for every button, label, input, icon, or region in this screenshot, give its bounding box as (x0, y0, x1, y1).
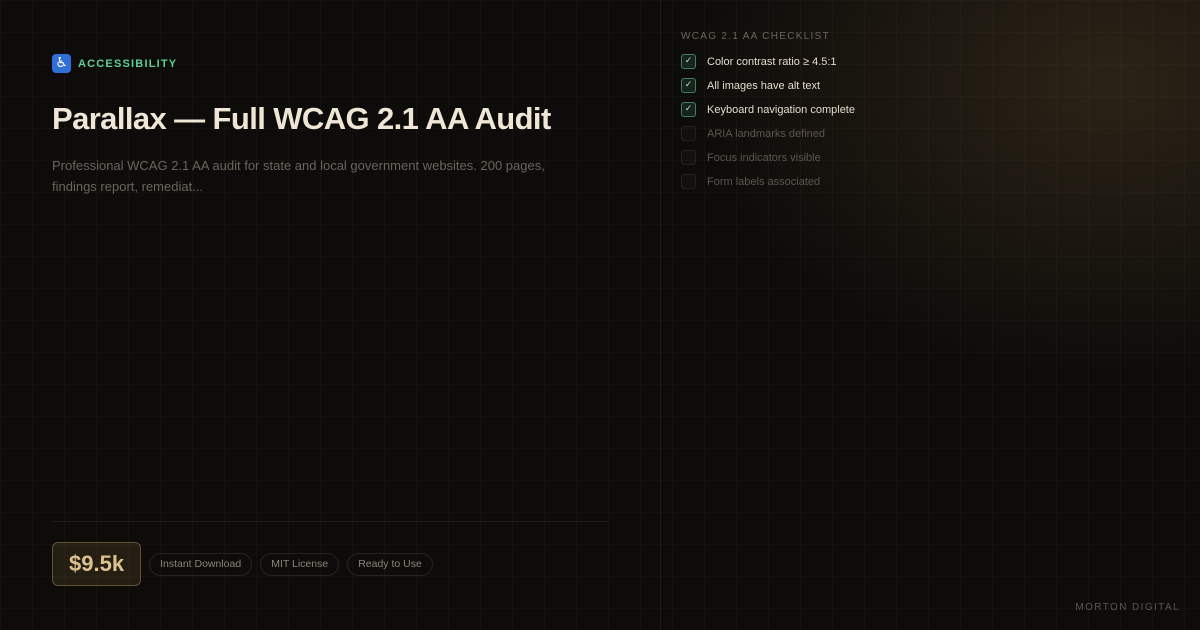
brand-name: MORTON DIGITAL (1075, 602, 1180, 613)
category-badge: ♿ ACCESSIBILITY (52, 54, 177, 73)
tag-mit-license: MIT License (260, 552, 340, 576)
checkbox-unchecked-icon (681, 150, 696, 165)
checkbox-checked-icon: ✓ (681, 54, 696, 69)
checklist-item-aria-landmarks: ARIA landmarks defined (681, 126, 825, 141)
checkbox-unchecked-icon (681, 174, 696, 189)
checkbox-checked-icon: ✓ (681, 102, 696, 117)
checklist-item-label: Form labels associated (707, 175, 821, 188)
checklist-item-label: ARIA landmarks defined (707, 127, 826, 140)
tag-instant-download: Instant Download (149, 552, 253, 576)
pricing-row: $9.5k Instant Download MIT License Ready… (52, 542, 433, 586)
checklist-item-alt-text: ✓ All images have alt text (681, 78, 820, 93)
panel-divider (660, 0, 661, 630)
product-panel: ♿ ACCESSIBILITY Parallax — Full WCAG 2.1… (52, 0, 608, 630)
checklist-item-keyboard-navigation: ✓ Keyboard navigation complete (681, 102, 855, 117)
checklist-title: WCAG 2.1 AA CHECKLIST (681, 31, 831, 42)
checklist-item-label: All images have alt text (707, 79, 821, 92)
checkbox-unchecked-icon (681, 126, 696, 141)
checklist-item-focus-indicators: Focus indicators visible (681, 150, 821, 165)
wheelchair-icon: ♿ (52, 54, 71, 73)
footer-divider (52, 521, 608, 522)
checklist-item-color-contrast: ✓ Color contrast ratio ≥ 4.5:1 (681, 54, 837, 69)
checklist-item-form-labels: Form labels associated (681, 174, 820, 189)
checklist-item-label: Color contrast ratio ≥ 4.5:1 (707, 55, 837, 68)
checkbox-checked-icon: ✓ (681, 78, 696, 93)
product-description: Professional WCAG 2.1 AA audit for state… (52, 158, 545, 194)
category-label: ACCESSIBILITY (78, 57, 178, 70)
checklist-item-label: Keyboard navigation complete (707, 103, 855, 116)
product-title: Parallax — Full WCAG 2.1 AA Audit (52, 101, 551, 136)
price-badge: $9.5k (52, 542, 142, 586)
checklist-item-label: Focus indicators visible (707, 151, 821, 164)
tag-ready-to-use: Ready to Use (347, 552, 433, 576)
